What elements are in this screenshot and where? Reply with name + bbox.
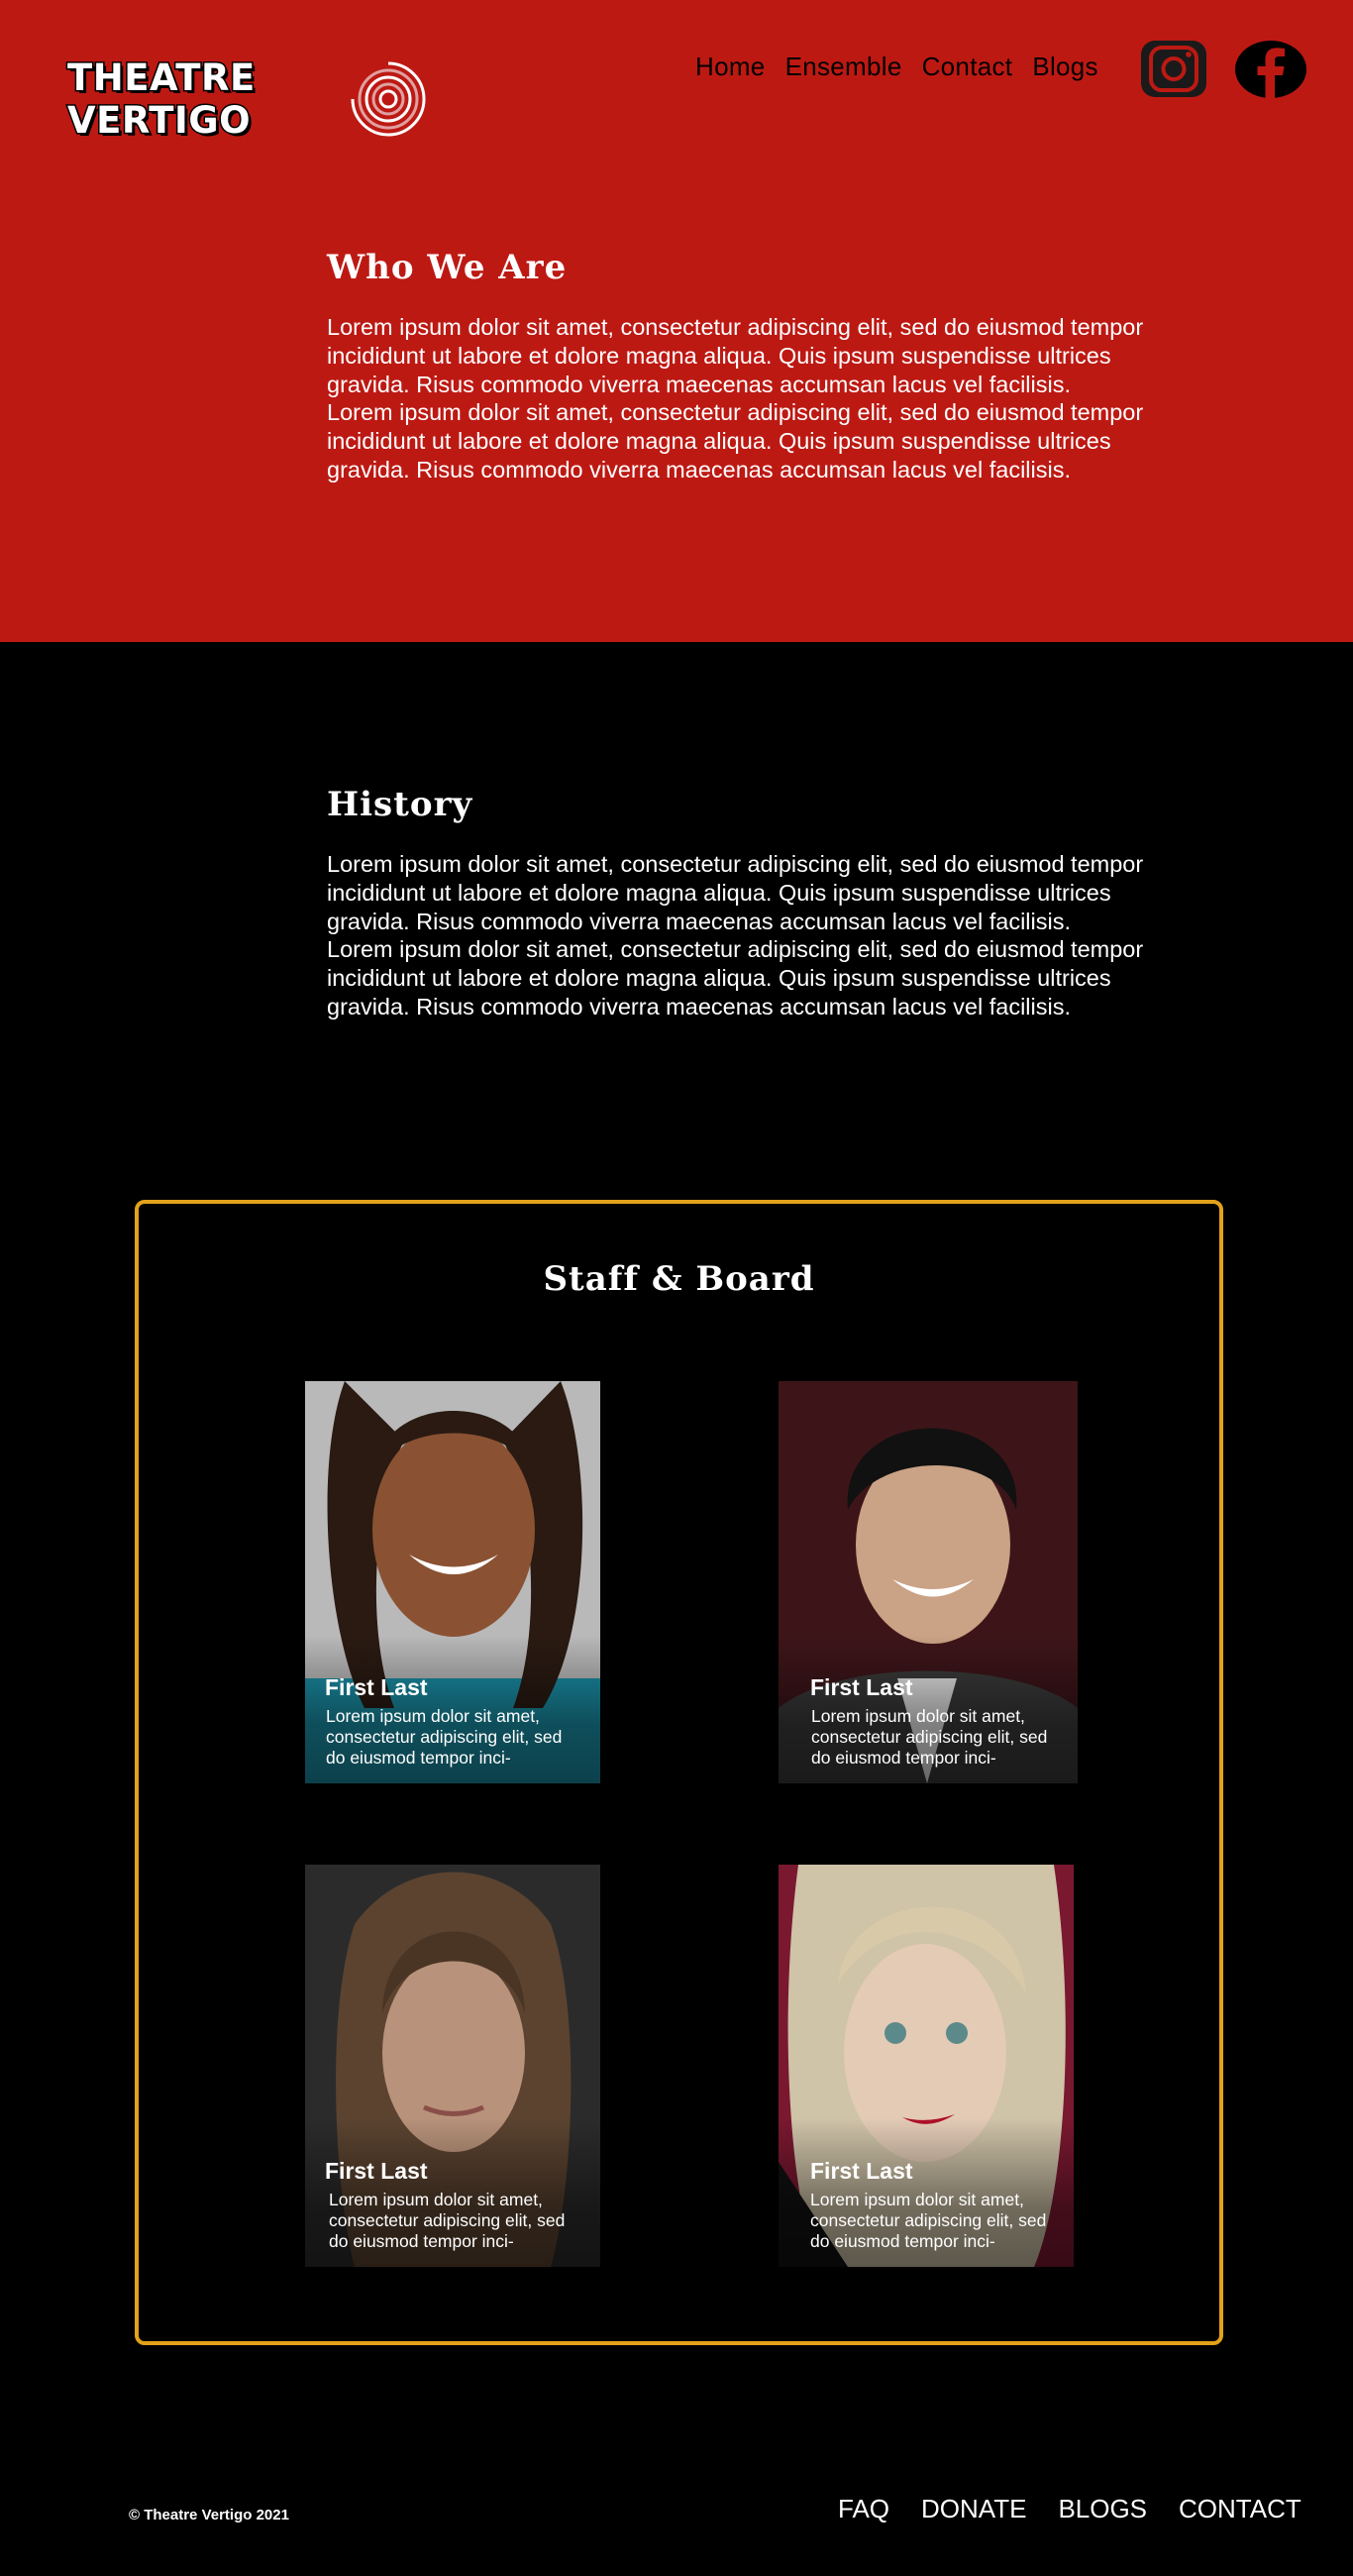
history-paragraph: Lorem ipsum dolor sit amet, consectetur …: [327, 936, 1144, 1020]
facebook-icon[interactable]: [1234, 40, 1307, 99]
staff-name: First Last: [325, 2158, 428, 2184]
staff-name: First Last: [325, 1674, 428, 1700]
footer-blogs-link[interactable]: BLOGS: [1058, 2494, 1147, 2524]
staff-card[interactable]: First Last Lorem ipsum dolor sit amet, c…: [305, 1865, 600, 2267]
staff-bio: Lorem ipsum dolor sit amet, consectetur …: [810, 2190, 1047, 2251]
staff-bio: Lorem ipsum dolor sit amet, consectetur …: [811, 1706, 1048, 1768]
staff-card[interactable]: First Last Lorem ipsum dolor sit amet, c…: [779, 1865, 1074, 2267]
staff-card[interactable]: First Last Lorem ipsum dolor sit amet, c…: [779, 1381, 1078, 1783]
nav-ensemble-link[interactable]: Ensemble: [785, 52, 902, 82]
who-we-are-paragraph: Lorem ipsum dolor sit amet, consectetur …: [327, 399, 1144, 483]
site-logo[interactable]: THEATRE VERTIGO: [66, 55, 426, 144]
staff-bio: Lorem ipsum dolor sit amet, consectetur …: [326, 1706, 563, 1768]
who-we-are-paragraph: Lorem ipsum dolor sit amet, consectetur …: [327, 314, 1144, 397]
main-nav: Home Ensemble Contact Blogs: [695, 52, 1098, 82]
nav-blogs-link[interactable]: Blogs: [1032, 52, 1098, 82]
instagram-icon[interactable]: [1139, 40, 1208, 99]
staff-board-heading: Staff & Board: [543, 1259, 815, 1299]
history-paragraph: Lorem ipsum dolor sit amet, consectetur …: [327, 851, 1144, 934]
footer-donate-link[interactable]: DONATE: [921, 2494, 1026, 2524]
footer-nav: FAQ DONATE BLOGS CONTACT: [838, 2494, 1301, 2524]
footer-faq-link[interactable]: FAQ: [838, 2494, 889, 2524]
history-section: History Lorem ipsum dolor sit amet, cons…: [327, 785, 1159, 1021]
who-we-are-section: Who We Are Lorem ipsum dolor sit amet, c…: [327, 248, 1159, 484]
logo-text: THEATRE VERTIGO: [66, 55, 257, 144]
staff-card[interactable]: First Last Lorem ipsum dolor sit amet, c…: [305, 1381, 600, 1783]
staff-bio: Lorem ipsum dolor sit amet, consectetur …: [329, 2190, 566, 2251]
footer-contact-link[interactable]: CONTACT: [1179, 2494, 1301, 2524]
staff-board-section: Staff & Board First Last Lorem ipsum dol…: [135, 1200, 1223, 2345]
staff-name: First Last: [810, 2158, 913, 2184]
who-we-are-heading: Who We Are: [327, 248, 568, 287]
copyright-text: © Theatre Vertigo 2021: [129, 2507, 289, 2523]
staff-name: First Last: [810, 1674, 913, 1700]
nav-home-link[interactable]: Home: [695, 52, 766, 82]
nav-contact-link[interactable]: Contact: [922, 52, 1013, 82]
history-heading: History: [327, 785, 473, 824]
hero-section: THEATRE VERTIGO Home Ensemble Contact Bl…: [0, 0, 1353, 642]
